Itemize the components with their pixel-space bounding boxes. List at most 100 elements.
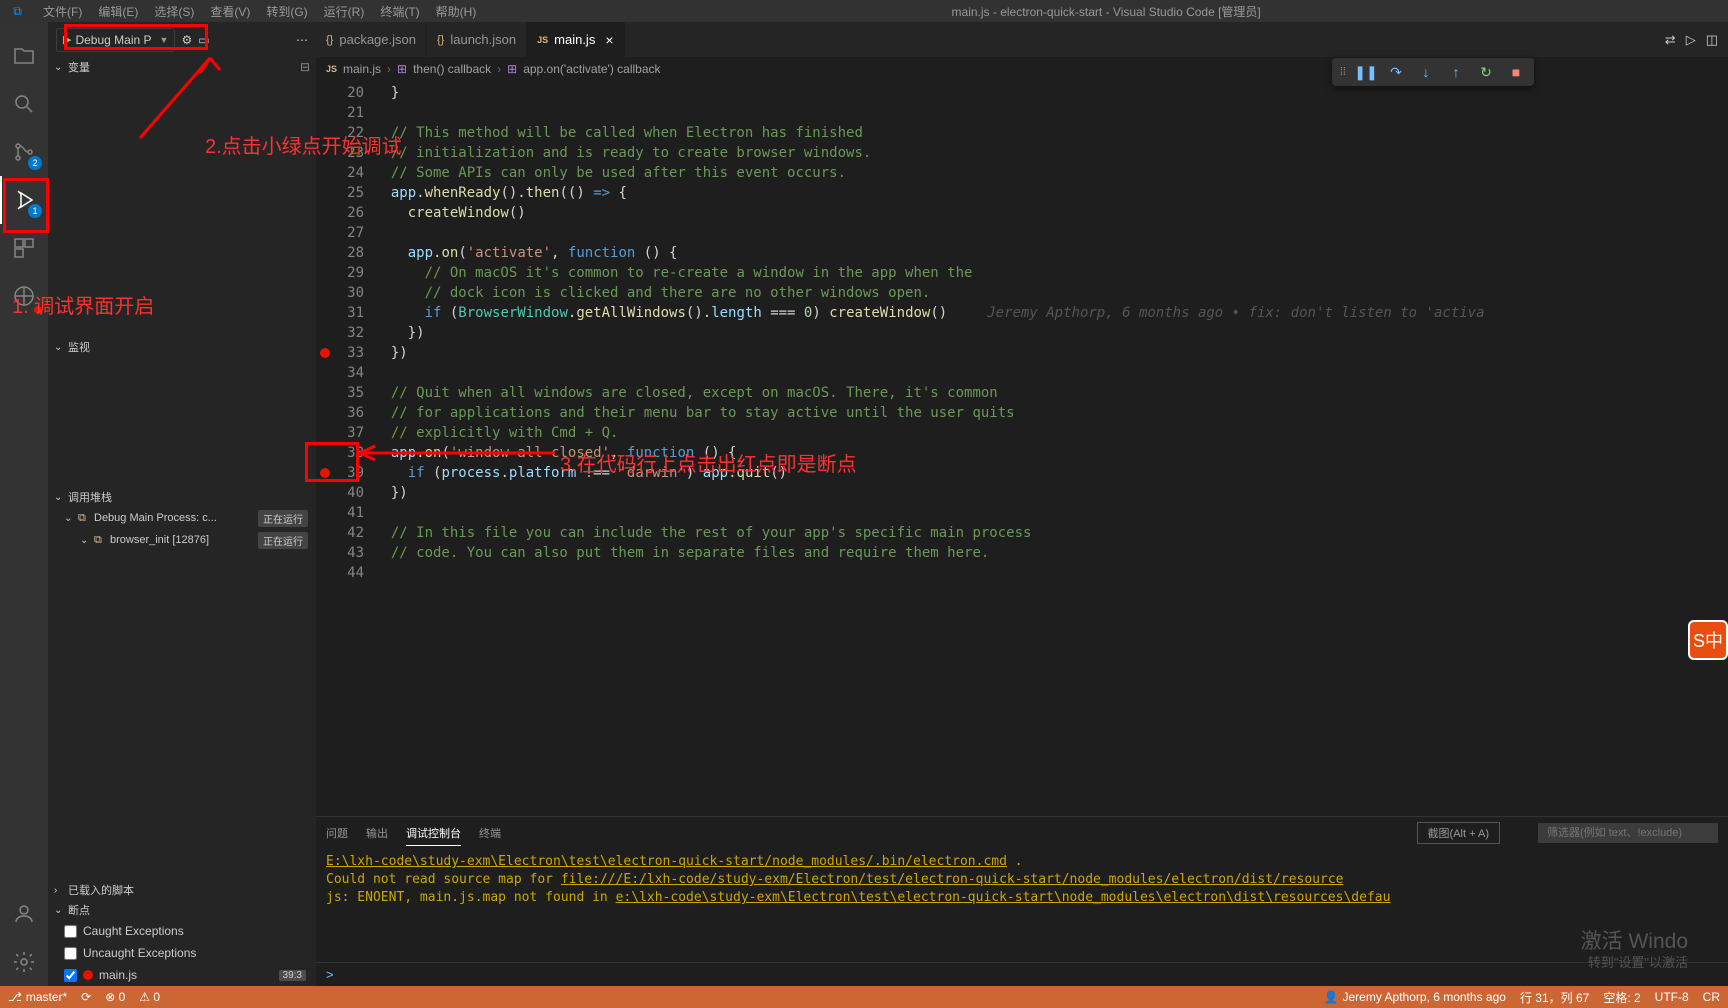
code-line[interactable]: // for applications and their menu bar t… bbox=[374, 403, 1728, 423]
code-line[interactable]: // This method will be called when Elect… bbox=[374, 123, 1728, 143]
code-line[interactable]: }) bbox=[374, 483, 1728, 503]
ime-badge[interactable]: S中 bbox=[1688, 620, 1728, 660]
breakpoints-section-header[interactable]: ⌄ 断点 bbox=[48, 900, 316, 920]
breakpoint-gutter-row[interactable] bbox=[316, 503, 334, 523]
breakpoint-gutter-row[interactable] bbox=[316, 443, 334, 463]
more-icon[interactable]: ⋯ bbox=[296, 33, 308, 47]
code-line[interactable]: app.whenReady().then(() => { bbox=[374, 183, 1728, 203]
status-encoding[interactable]: UTF-8 bbox=[1655, 989, 1689, 1006]
debug-toolbar[interactable]: ⁞⁞ ❚❚ ↷ ↓ ↑ ↻ ■ bbox=[1332, 58, 1534, 86]
debug-pause-button[interactable]: ❚❚ bbox=[1352, 59, 1380, 85]
account-icon[interactable] bbox=[0, 890, 48, 938]
code-line[interactable]: if (BrowserWindow.getAllWindows().length… bbox=[374, 303, 1728, 323]
debug-console-output[interactable]: E:\lxh-code\study-exm\Electron\test\elec… bbox=[316, 849, 1728, 962]
breakpoint-gutter-row[interactable] bbox=[316, 543, 334, 563]
debug-restart-button[interactable]: ↻ bbox=[1472, 59, 1500, 85]
variables-section-header[interactable]: ⌄ 变量 ⊟ bbox=[48, 57, 316, 77]
breadcrumb-item[interactable]: then() callback bbox=[413, 62, 491, 76]
code-line[interactable]: // On macOS it's common to re-create a w… bbox=[374, 263, 1728, 283]
breakpoint-gutter-row[interactable] bbox=[316, 383, 334, 403]
breakpoint-gutter-row[interactable] bbox=[316, 223, 334, 243]
breakpoint-gutter-row[interactable] bbox=[316, 403, 334, 423]
debug-stop-button[interactable]: ■ bbox=[1502, 59, 1530, 85]
panel-tab-terminal[interactable]: 终端 bbox=[479, 821, 501, 845]
breakpoint-gutter-row[interactable] bbox=[316, 103, 334, 123]
collapse-all-icon[interactable]: ⊟ bbox=[300, 60, 310, 74]
breakpoint-uncaught[interactable]: Uncaught Exceptions bbox=[48, 942, 316, 964]
editor-tab[interactable]: {}package.json bbox=[316, 22, 427, 57]
code-body[interactable]: } // This method will be called when Ele… bbox=[374, 81, 1728, 816]
status-eol[interactable]: CR bbox=[1703, 989, 1720, 1006]
status-blame[interactable]: 👤Jeremy Apthorp, 6 months ago bbox=[1324, 989, 1506, 1006]
search-icon[interactable] bbox=[0, 80, 48, 128]
screenshot-hint[interactable]: 截图(Alt + A) bbox=[1417, 822, 1500, 844]
breadcrumb-item[interactable]: main.js bbox=[343, 62, 381, 76]
code-line[interactable]: // Quit when all windows are closed, exc… bbox=[374, 383, 1728, 403]
callstack-item[interactable]: ⌄⧉browser_init [12876]正在运行 bbox=[48, 529, 316, 551]
loaded-scripts-section-header[interactable]: › 已载入的脚本 bbox=[48, 880, 316, 900]
menu-item[interactable]: 帮助(H) bbox=[428, 3, 485, 20]
breakpoint-gutter-row[interactable] bbox=[316, 143, 334, 163]
breakpoint-gutter-row[interactable] bbox=[316, 323, 334, 343]
checkbox[interactable] bbox=[64, 925, 77, 938]
menu-item[interactable]: 转到(G) bbox=[258, 3, 315, 20]
code-line[interactable]: } bbox=[374, 83, 1728, 103]
code-line[interactable]: // In this file you can include the rest… bbox=[374, 523, 1728, 543]
code-line[interactable] bbox=[374, 363, 1728, 383]
debug-icon[interactable]: 1 bbox=[0, 176, 48, 224]
code-line[interactable] bbox=[374, 563, 1728, 583]
breakpoint-gutter-row[interactable] bbox=[316, 83, 334, 103]
code-line[interactable] bbox=[374, 103, 1728, 123]
breakpoint-gutter-row[interactable] bbox=[316, 523, 334, 543]
code-line[interactable]: if (process.platform !== 'darwin') app.q… bbox=[374, 463, 1728, 483]
callstack-section-header[interactable]: ⌄ 调用堆栈 bbox=[48, 487, 316, 507]
code-line[interactable]: app.on('activate', function () { bbox=[374, 243, 1728, 263]
breakpoint-gutter-row[interactable] bbox=[316, 163, 334, 183]
extensions-icon[interactable] bbox=[0, 224, 48, 272]
gear-icon[interactable]: ⚙ bbox=[181, 33, 192, 47]
breakpoint-gutter-row[interactable] bbox=[316, 563, 334, 583]
watch-section-header[interactable]: ⌄ 监视 bbox=[48, 337, 316, 357]
checkbox[interactable] bbox=[64, 947, 77, 960]
breakpoint-gutter-row[interactable] bbox=[316, 303, 334, 323]
status-warnings[interactable]: ⚠ 0 bbox=[139, 990, 160, 1004]
breakpoint-gutter-row[interactable] bbox=[316, 343, 334, 363]
debug-console-toggle-icon[interactable]: ▭ bbox=[198, 33, 209, 47]
menu-item[interactable]: 运行(R) bbox=[316, 3, 373, 20]
menu-item[interactable]: 终端(T) bbox=[372, 3, 427, 20]
breakpoint-caught[interactable]: Caught Exceptions bbox=[48, 920, 316, 942]
debug-step-into-button[interactable]: ↓ bbox=[1412, 59, 1440, 85]
run-file-icon[interactable]: ▷ bbox=[1686, 32, 1696, 48]
panel-tab-problems[interactable]: 问题 bbox=[326, 821, 348, 845]
close-icon[interactable]: × bbox=[605, 32, 613, 48]
breakpoint-file[interactable]: main.js 39:3 bbox=[48, 964, 316, 986]
compare-icon[interactable]: ⇄ bbox=[1665, 32, 1676, 48]
status-spaces[interactable]: 空格: 2 bbox=[1603, 989, 1640, 1006]
code-line[interactable] bbox=[374, 223, 1728, 243]
code-editor[interactable]: 2021222324252627282930313233343536373839… bbox=[316, 81, 1728, 816]
code-line[interactable]: }) bbox=[374, 343, 1728, 363]
callstack-item[interactable]: ⌄⧉Debug Main Process: c...正在运行 bbox=[48, 507, 316, 529]
breadcrumb-item[interactable]: app.on('activate') callback bbox=[523, 62, 660, 76]
editor-tab[interactable]: {}launch.json bbox=[427, 22, 527, 57]
menu-item[interactable]: 查看(V) bbox=[202, 3, 258, 20]
grip-icon[interactable]: ⁞⁞ bbox=[1336, 66, 1350, 78]
breakpoint-gutter-row[interactable] bbox=[316, 243, 334, 263]
breakpoint-gutter-row[interactable] bbox=[316, 203, 334, 223]
checkbox[interactable] bbox=[64, 969, 77, 982]
remote-icon[interactable] bbox=[0, 272, 48, 320]
breakpoint-gutter[interactable] bbox=[316, 81, 334, 816]
menu-item[interactable]: 文件(F) bbox=[35, 3, 90, 20]
menu-item[interactable]: 编辑(E) bbox=[90, 3, 146, 20]
panel-filter-input[interactable] bbox=[1538, 823, 1718, 843]
panel-tab-debug-console[interactable]: 调试控制台 bbox=[406, 821, 461, 846]
breakpoint-gutter-row[interactable] bbox=[316, 123, 334, 143]
settings-gear-icon[interactable] bbox=[0, 938, 48, 986]
breakpoint-gutter-row[interactable] bbox=[316, 263, 334, 283]
debug-config-selector[interactable]: ▶ Debug Main P ▼ bbox=[56, 28, 175, 52]
status-branch[interactable]: ⎇master* bbox=[8, 990, 67, 1004]
debug-step-over-button[interactable]: ↷ bbox=[1382, 59, 1410, 85]
editor-tab[interactable]: JSmain.js× bbox=[527, 22, 624, 57]
code-line[interactable]: app.on('window-all-closed', function () … bbox=[374, 443, 1728, 463]
explorer-icon[interactable] bbox=[0, 32, 48, 80]
